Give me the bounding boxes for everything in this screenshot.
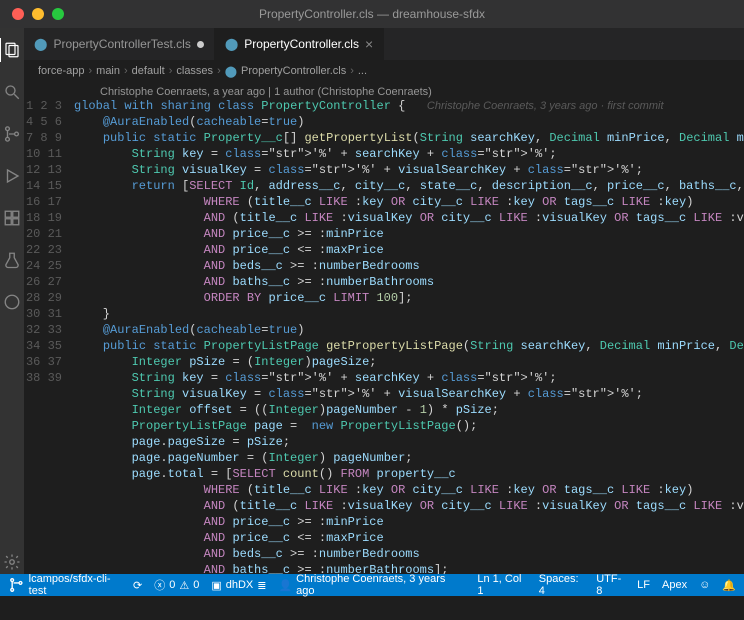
modified-indicator-icon bbox=[197, 41, 204, 48]
indentation-status[interactable]: Spaces: 4 bbox=[539, 573, 584, 597]
code-content[interactable]: Christophe Coenraets, a year ago | 1 aut… bbox=[74, 82, 744, 574]
search-icon[interactable] bbox=[0, 80, 24, 104]
titlebar: PropertyController.cls — dreamhouse-sfdx bbox=[0, 0, 744, 28]
org-status[interactable]: ▣dhDX ≣ bbox=[211, 579, 266, 592]
blame-status[interactable]: 👤Christophe Coenraets, 3 years ago bbox=[278, 573, 453, 597]
debug-icon[interactable] bbox=[0, 164, 24, 188]
tab-property-controller[interactable]: ⬤ PropertyController.cls × bbox=[215, 28, 384, 60]
tab-label: PropertyController.cls bbox=[244, 37, 359, 51]
problems-status[interactable]: ⓧ0 ⚠0 bbox=[154, 577, 199, 593]
window-title: PropertyController.cls — dreamhouse-sfdx bbox=[0, 7, 744, 21]
line-numbers: 1 2 3 4 5 6 7 8 9 10 11 12 13 14 15 16 1… bbox=[24, 82, 74, 574]
tab-property-controller-test[interactable]: ⬤ PropertyControllerTest.cls bbox=[24, 28, 215, 60]
sync-status[interactable]: ⟳ bbox=[133, 579, 142, 592]
cursor-position-status[interactable]: Ln 1, Col 1 bbox=[477, 573, 526, 597]
salesforce-icon[interactable] bbox=[0, 290, 24, 314]
code-editor[interactable]: 1 2 3 4 5 6 7 8 9 10 11 12 13 14 15 16 1… bbox=[24, 82, 744, 574]
extensions-icon[interactable] bbox=[0, 206, 24, 230]
tab-label: PropertyControllerTest.cls bbox=[53, 37, 190, 51]
settings-gear-icon[interactable] bbox=[0, 550, 24, 574]
test-icon[interactable] bbox=[0, 248, 24, 272]
explorer-icon[interactable] bbox=[0, 38, 23, 62]
activity-bar bbox=[0, 28, 24, 574]
feedback-icon[interactable]: ☺ bbox=[699, 579, 710, 591]
eol-status[interactable]: LF bbox=[637, 579, 650, 591]
breadcrumb[interactable]: force-app› main› default› classes› ⬤ Pro… bbox=[24, 60, 744, 82]
status-bar: lcampos/sfdx-cli-test ⟳ ⓧ0 ⚠0 ▣dhDX ≣ 👤C… bbox=[0, 574, 744, 596]
encoding-status[interactable]: UTF-8 bbox=[596, 573, 625, 597]
git-branch-status[interactable]: lcampos/sfdx-cli-test bbox=[8, 573, 121, 597]
close-tab-icon[interactable]: × bbox=[365, 36, 373, 52]
language-status[interactable]: Apex bbox=[662, 579, 687, 591]
source-control-icon[interactable] bbox=[0, 122, 24, 146]
notifications-icon[interactable]: 🔔 bbox=[722, 579, 736, 592]
editor-tabs: ⬤ PropertyControllerTest.cls ⬤ PropertyC… bbox=[24, 28, 744, 60]
